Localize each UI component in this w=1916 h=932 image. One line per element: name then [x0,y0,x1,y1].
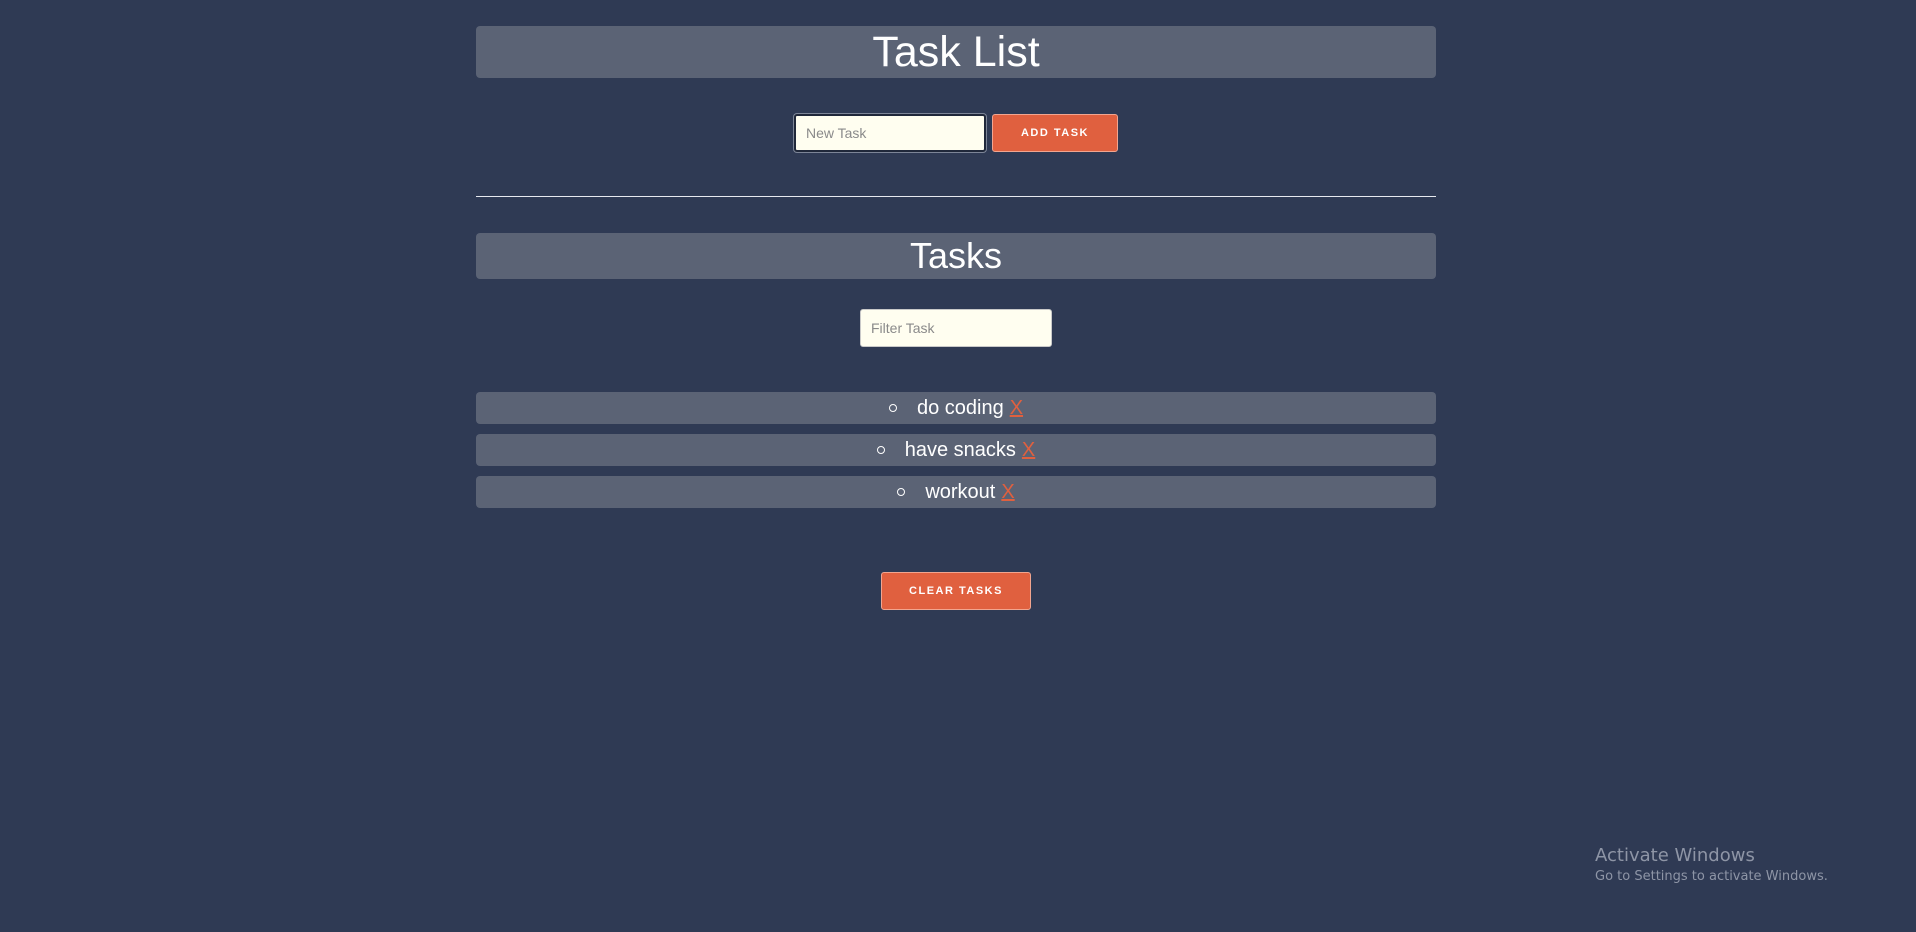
add-task-button[interactable]: ADD TASK [992,114,1118,152]
watermark-title: Activate Windows [1595,845,1755,866]
task-item: have snacks X [476,434,1436,466]
tasks-heading: Tasks [476,233,1436,279]
circle-bullet-icon [876,446,885,454]
filter-task-input[interactable] [860,309,1052,347]
page-title: Task List [476,26,1436,78]
circle-bullet-icon [888,404,897,412]
task-app: Task List ADD TASK Tasks do coding X hav… [476,26,1436,610]
delete-task-link[interactable]: X [1022,439,1035,462]
watermark-subtitle: Go to Settings to activate Windows. [1595,869,1828,884]
divider [476,196,1436,197]
new-task-input[interactable] [794,114,986,152]
task-list: do coding X have snacks X workout X [476,392,1436,508]
add-task-form: ADD TASK [476,114,1436,152]
task-item: workout X [476,476,1436,508]
task-text: workout [925,480,996,503]
circle-bullet-icon [897,488,906,496]
delete-task-link[interactable]: X [1010,397,1023,420]
activate-windows-watermark: Activate Windows Go to Settings to activ… [1595,844,1828,886]
filter-row [476,309,1436,347]
delete-task-link[interactable]: X [1001,481,1014,504]
task-text: do coding [916,396,1004,419]
clear-tasks-button[interactable]: CLEAR TASKS [881,572,1031,610]
task-text: have snacks [904,438,1016,461]
clear-row: CLEAR TASKS [476,572,1436,610]
task-item: do coding X [476,392,1436,424]
page: Task List ADD TASK Tasks do coding X hav… [0,0,1916,932]
